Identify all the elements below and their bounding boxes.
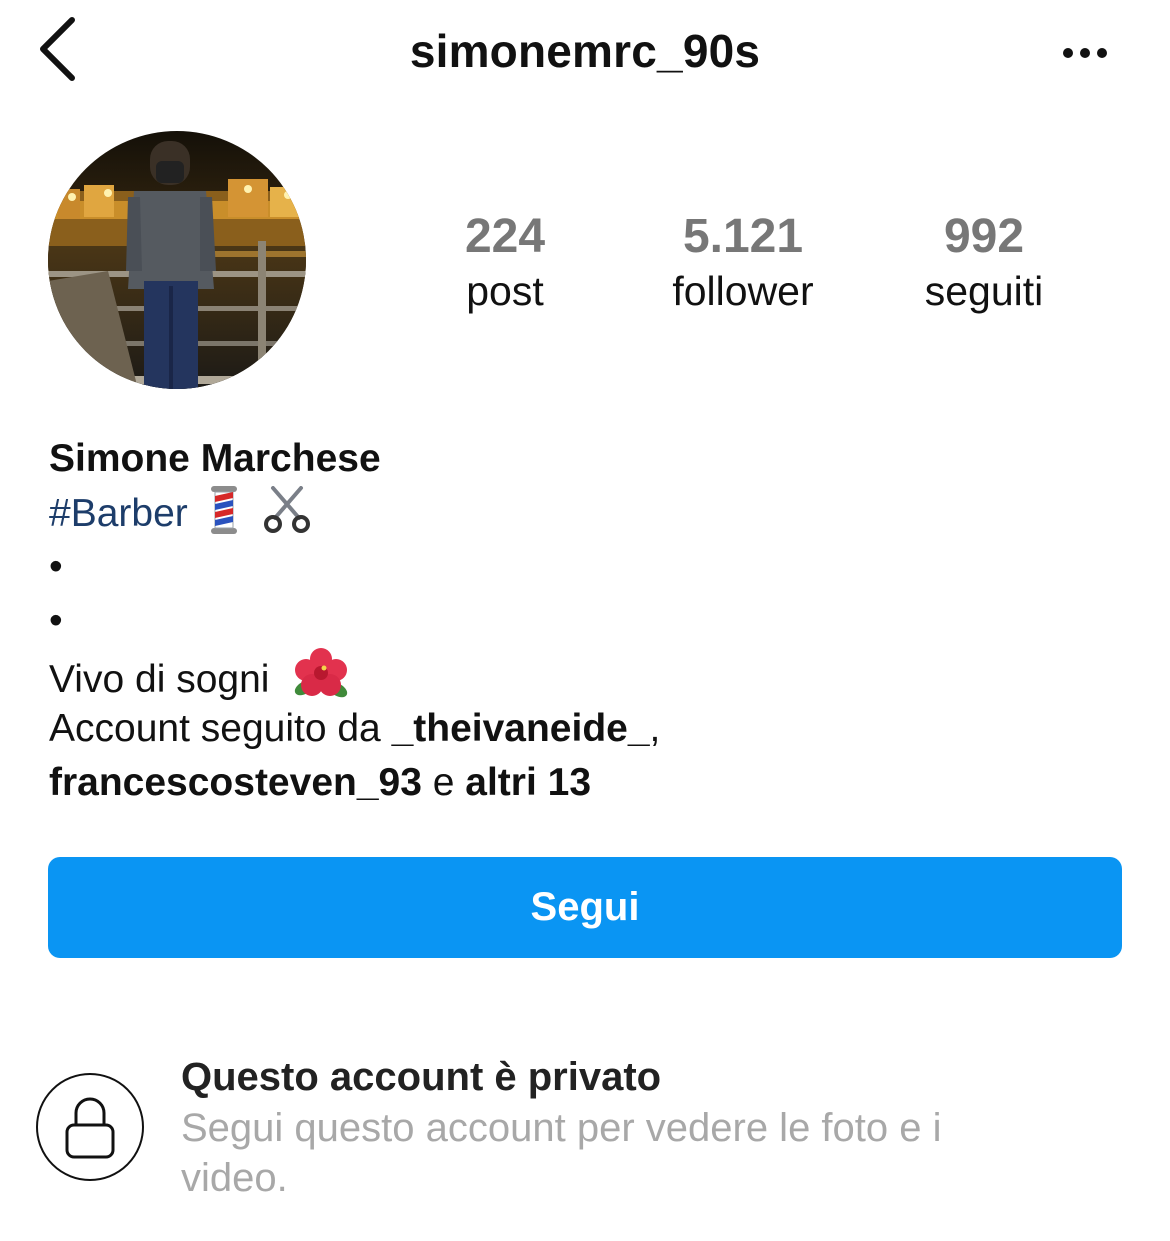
more-horizontal-icon bbox=[1063, 48, 1107, 58]
posts-label: post bbox=[466, 268, 544, 314]
scissors-emoji bbox=[263, 486, 311, 549]
followed-by-others[interactable]: altri 13 bbox=[465, 761, 591, 804]
more-options-button[interactable] bbox=[1058, 36, 1118, 70]
following-label: seguiti bbox=[924, 268, 1044, 314]
profile-avatar[interactable] bbox=[48, 131, 306, 389]
top-navigation-bar: simonemrc_90s bbox=[0, 0, 1170, 110]
profile-username-title: simonemrc_90s bbox=[409, 25, 761, 77]
posts-count: 224 bbox=[464, 210, 546, 263]
profile-full-name: Simone Marchese bbox=[49, 437, 381, 480]
followers-label: follower bbox=[672, 268, 814, 314]
followers-stat[interactable]: 5.121 follower bbox=[623, 208, 863, 316]
follow-button[interactable]: Segui bbox=[48, 857, 1122, 958]
followed-by-line: Account seguito da _theivaneide_, bbox=[49, 702, 1129, 756]
followed-by-user-1[interactable]: _theivaneide_ bbox=[392, 707, 650, 750]
bio-text: Vivo di sogni bbox=[49, 658, 270, 701]
bio-dot-line-2: • bbox=[49, 599, 63, 642]
hashtag-link[interactable]: #Barber bbox=[49, 492, 188, 535]
followed-by-and: e bbox=[421, 761, 466, 804]
following-stat[interactable]: 992 seguiti bbox=[864, 208, 1104, 316]
followed-by-comma: , bbox=[649, 707, 661, 750]
followed-by-line-2: francescosteven_93 e altri 13 bbox=[49, 756, 1129, 810]
followers-count: 5.121 bbox=[682, 210, 804, 263]
following-count: 992 bbox=[943, 210, 1025, 263]
private-account-title: Questo account è privato bbox=[181, 1055, 662, 1099]
posts-stat[interactable]: 224 post bbox=[385, 208, 625, 316]
profile-bio: Simone Marchese #Barber • • Vivo di sogn… bbox=[49, 432, 1129, 810]
private-account-subtitle: Segui questo account per vedere le foto … bbox=[181, 1106, 942, 1200]
lock-icon bbox=[65, 1097, 115, 1159]
followed-by-prefix: Account seguito da bbox=[49, 707, 392, 750]
followed-by-user-2[interactable]: francescosteven_93 bbox=[49, 761, 422, 804]
barber-pole-emoji bbox=[209, 486, 239, 549]
private-lock-badge bbox=[36, 1073, 144, 1181]
